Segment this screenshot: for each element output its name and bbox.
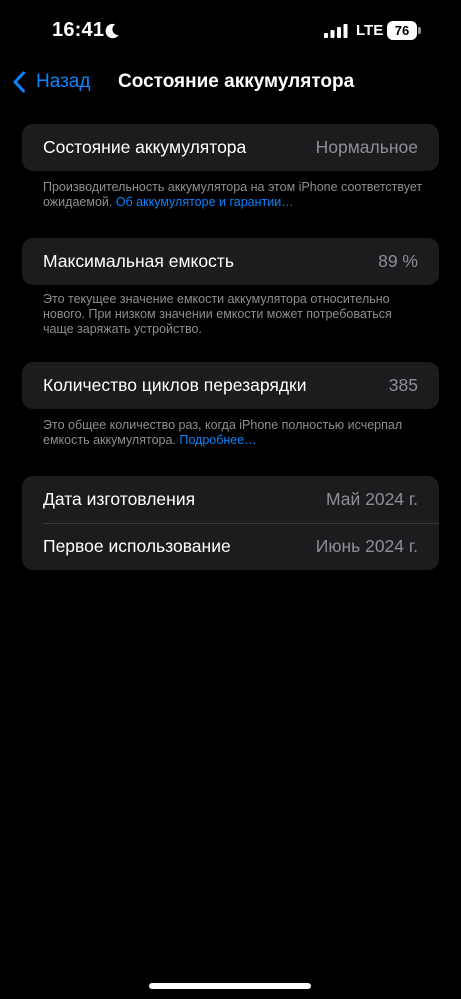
max-capacity-row: Максимальная емкость 89 % bbox=[22, 238, 439, 285]
battery-cap bbox=[418, 27, 421, 34]
battery-level: 76 bbox=[387, 21, 417, 40]
cycle-count-footer: Это общее количество раз, когда iPhone п… bbox=[43, 418, 423, 448]
battery-icon: 76 bbox=[387, 21, 421, 40]
dates-group: Дата изготовления Май 2024 г. Первое исп… bbox=[22, 476, 439, 570]
battery-warranty-link[interactable]: Об аккумуляторе и гарантии… bbox=[116, 195, 294, 209]
cycle-count-row: Количество циклов перезарядки 385 bbox=[22, 362, 439, 409]
cycle-count-value: 385 bbox=[388, 375, 418, 395]
first-use-row: Первое использование Июнь 2024 г. bbox=[22, 523, 439, 570]
back-button[interactable]: Назад bbox=[12, 68, 90, 96]
battery-state-row: Состояние аккумулятора Нормальное bbox=[22, 124, 439, 171]
back-label: Назад bbox=[36, 71, 91, 92]
row-separator bbox=[43, 523, 439, 524]
network-type: LTE bbox=[356, 22, 384, 39]
page-title: Состояние аккумулятора bbox=[118, 71, 355, 92]
max-capacity-footer: Это текущее значение емкости аккумулятор… bbox=[43, 292, 423, 337]
battery-state-value: Нормальное bbox=[315, 137, 418, 157]
max-capacity-label: Максимальная емкость bbox=[43, 251, 234, 271]
max-capacity-group: Максимальная емкость 89 % bbox=[22, 238, 439, 285]
status-bar: 16:41 LTE 76 bbox=[0, 0, 461, 60]
cycle-count-group: Количество циклов перезарядки 385 bbox=[22, 362, 439, 409]
cycle-count-label: Количество циклов перезарядки bbox=[43, 375, 307, 395]
battery-state-footer: Производительность аккумулятора на этом … bbox=[43, 180, 423, 210]
status-time: 16:41 bbox=[52, 19, 105, 41]
navigation-bar: Назад Состояние аккумулятора bbox=[0, 60, 461, 104]
home-indicator[interactable] bbox=[149, 983, 311, 989]
learn-more-link[interactable]: Подробнее… bbox=[179, 433, 256, 447]
manufacture-date-value: Май 2024 г. bbox=[325, 489, 418, 509]
signal-icon bbox=[324, 24, 348, 38]
first-use-label: Первое использование bbox=[43, 536, 231, 556]
chevron-left-icon bbox=[13, 71, 25, 93]
battery-state-group: Состояние аккумулятора Нормальное bbox=[22, 124, 439, 171]
manufacture-date-row: Дата изготовления Май 2024 г. bbox=[22, 476, 439, 523]
moon-icon bbox=[105, 23, 119, 39]
manufacture-date-label: Дата изготовления bbox=[43, 489, 196, 509]
max-capacity-footer-text: Это текущее значение емкости аккумулятор… bbox=[43, 292, 392, 336]
max-capacity-value: 89 % bbox=[378, 251, 418, 271]
first-use-value: Июнь 2024 г. bbox=[315, 536, 418, 556]
battery-state-label: Состояние аккумулятора bbox=[43, 137, 247, 157]
